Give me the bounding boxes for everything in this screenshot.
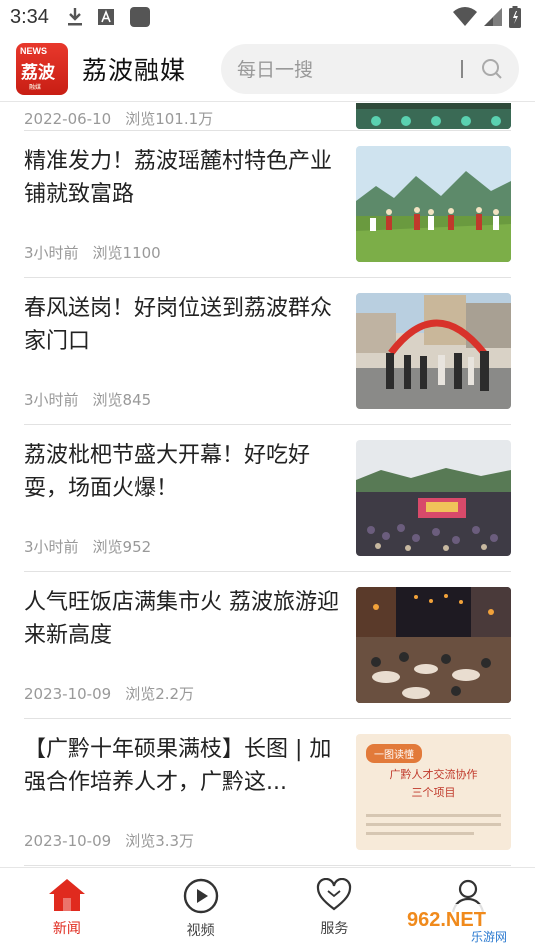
app-header: NEWS 荔波 融媒 荔波融媒 每日一搜 (0, 36, 535, 102)
news-thumbnail[interactable] (356, 587, 511, 703)
svg-text:乐游网: 乐游网 (471, 930, 507, 944)
news-item-meta: 3小时前 浏览952 (24, 536, 151, 557)
news-item-date: 2022-06-10 (24, 110, 112, 128)
logo-name-text: 荔波 (21, 62, 55, 83)
nav-label-service: 服务 (320, 921, 349, 937)
news-item-meta: 2023-10-09 浏览2.2万 (24, 683, 194, 704)
news-thumbnail[interactable] (356, 293, 511, 409)
news-item-partial[interactable]: 2022-06-10 浏览101.1万 (24, 103, 511, 131)
news-item-views: 浏览952 (92, 538, 152, 556)
news-item-title[interactable]: 春风送岗！好岗位送到荔波群众家门口 (24, 292, 342, 358)
news-item-title[interactable]: 荔波枇杷节盛大开幕！好吃好耍，场面火爆！ (24, 439, 342, 505)
news-thumbnail[interactable]: 一图读懂 广黔人才交流协作 三个项目 (356, 734, 511, 850)
app-logo: NEWS 荔波 融媒 (16, 42, 68, 95)
news-item[interactable]: 【广黔十年硕果满枝】长图 | 加强合作培养人才，广黔这... 2023-10-0… (24, 719, 511, 866)
app-title: 荔波融媒 (82, 55, 187, 85)
news-item-title[interactable]: 人气旺饭店满集市火 荔波旅游迎来新高度 (24, 586, 342, 652)
thumb-line1: 广黔人才交流协作 (389, 768, 478, 781)
news-item-meta: 3小时前 浏览1100 (24, 242, 161, 263)
logo-news-text: NEWS (20, 45, 47, 56)
news-item-views: 浏览845 (92, 391, 152, 409)
news-item-views: 浏览101.1万 (125, 110, 214, 128)
status-bar: 3:34 (0, 0, 535, 34)
news-item-time: 2023-10-09 (24, 685, 112, 703)
nav-item-video[interactable]: 视频 (134, 868, 268, 952)
news-item-views: 浏览1100 (92, 244, 161, 262)
thumb-badge: 一图读懂 (366, 744, 422, 763)
news-item-time: 3小时前 (24, 244, 79, 262)
news-item-views: 浏览2.2万 (125, 685, 195, 703)
news-item-title[interactable]: 【广黔十年硕果满枝】长图 | 加强合作培养人才，广黔这... (24, 733, 342, 799)
a-badge-icon (97, 9, 114, 25)
news-item-time: 3小时前 (24, 391, 79, 409)
nav-label-video: 视频 (186, 923, 215, 939)
logo-sub-text: 融媒 (29, 83, 42, 91)
news-thumbnail[interactable] (356, 440, 511, 556)
nav-item-service[interactable]: 服务 (268, 868, 402, 952)
news-item-meta: 2023-10-09 浏览3.3万 (24, 830, 194, 851)
news-feed[interactable]: 2022-06-10 浏览101.1万 精准发力！荔波瑶麓村特色产业铺就致富路 3… (0, 103, 535, 867)
home-icon (48, 879, 85, 911)
download-icon (67, 8, 82, 26)
signal-icon (484, 8, 502, 26)
news-item-time: 3小时前 (24, 538, 79, 556)
nav-item-news[interactable]: 新闻 (0, 868, 134, 952)
nav-label-news: 新闻 (52, 921, 81, 937)
news-item-title[interactable]: 精准发力！荔波瑶麓村特色产业铺就致富路 (24, 145, 342, 211)
battery-icon (509, 6, 521, 28)
status-time: 3:34 (10, 5, 49, 28)
svg-text:962.NET: 962.NET (407, 909, 486, 931)
news-item-meta: 2022-06-10 浏览101.1万 (24, 108, 213, 129)
news-item-views: 浏览3.3万 (125, 832, 195, 850)
heart-icon (317, 878, 352, 911)
play-circle-icon (183, 878, 218, 914)
news-item[interactable]: 人气旺饭店满集市火 荔波旅游迎来新高度 2023-10-09 浏览2.2万 (24, 572, 511, 719)
search-bar[interactable]: 每日一搜 (221, 43, 519, 94)
watermark-logo: 962.NET 乐游网 (399, 902, 527, 946)
news-item[interactable]: 荔波枇杷节盛大开幕！好吃好耍，场面火爆！ 3小时前 浏览952 (24, 425, 511, 572)
search-cursor (461, 59, 463, 78)
status-icons-left (67, 6, 151, 28)
news-thumbnail[interactable] (356, 103, 511, 129)
news-item[interactable]: 春风送岗！好岗位送到荔波群众家门口 3小时前 浏览845 (24, 278, 511, 425)
thumb-line2: 三个项目 (411, 786, 456, 799)
app-square-icon (129, 7, 150, 27)
news-item[interactable]: 精准发力！荔波瑶麓村特色产业铺就致富路 3小时前 浏览1100 (24, 131, 511, 278)
news-item-time: 2023-10-09 (24, 832, 112, 850)
search-icon[interactable] (481, 58, 503, 80)
status-icons-right (453, 6, 521, 28)
news-thumbnail[interactable] (356, 146, 511, 262)
news-item-meta: 3小时前 浏览845 (24, 389, 151, 410)
wifi-icon (453, 7, 477, 27)
thumb-text-lines (366, 814, 501, 835)
search-placeholder: 每日一搜 (237, 59, 314, 81)
